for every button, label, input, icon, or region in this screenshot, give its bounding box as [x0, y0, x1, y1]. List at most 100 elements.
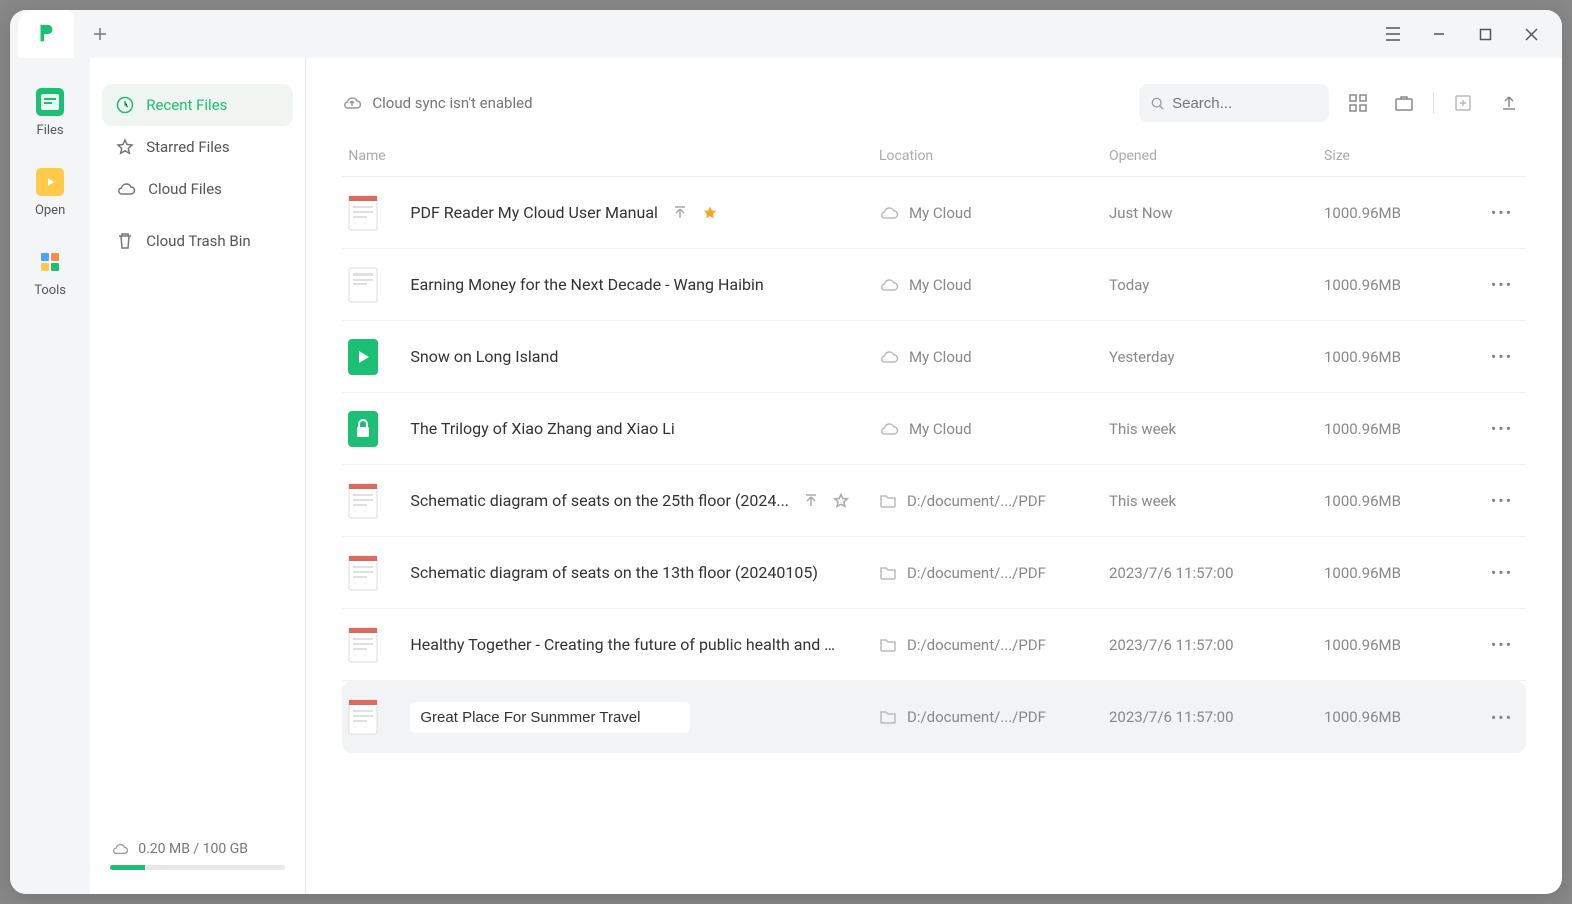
row-more-button[interactable]: •••	[1484, 419, 1520, 438]
sidebar-cloud-files[interactable]: Cloud Files	[102, 168, 293, 210]
file-size: 1000.96MB	[1324, 492, 1484, 510]
file-list: PDF Reader My Cloud User Manual My Cloud…	[342, 177, 1526, 894]
sidebar-recent-files[interactable]: Recent Files	[102, 84, 293, 126]
sidebar-item-label: Recent Files	[146, 96, 227, 114]
star-row-icon[interactable]	[833, 493, 849, 509]
sidebar-cloud-trash[interactable]: Cloud Trash Bin	[102, 220, 293, 262]
folder-icon	[879, 493, 897, 509]
app-tab[interactable]	[18, 10, 74, 58]
sync-text: Cloud sync isn't enabled	[372, 94, 532, 112]
maximize-icon	[1479, 28, 1492, 41]
file-row[interactable]: Snow on Long Island My Cloud Yesterday 1…	[342, 321, 1526, 393]
cloud-upload-icon	[342, 94, 362, 112]
file-location: D:/document/.../PDF	[879, 636, 1109, 654]
clock-icon	[116, 96, 134, 114]
storage-info: 0.20 MB / 100 GB	[102, 835, 293, 882]
files-icon	[36, 88, 64, 116]
upload-row-icon[interactable]	[672, 205, 688, 221]
file-row[interactable]: D:/document/.../PDF 2023/7/6 11:57:00 10…	[342, 681, 1526, 753]
col-name[interactable]: Name	[348, 148, 879, 164]
table-header: Name Location Opened Size	[342, 148, 1526, 177]
rail-open[interactable]: Open	[35, 168, 65, 218]
file-location: My Cloud	[879, 420, 1109, 438]
minimize-button[interactable]	[1416, 14, 1462, 54]
col-size[interactable]: Size	[1324, 148, 1484, 164]
titlebar	[10, 10, 1562, 58]
sidebar-item-label: Starred Files	[146, 138, 229, 156]
close-icon	[1525, 28, 1538, 41]
row-more-button[interactable]: •••	[1484, 347, 1520, 366]
rail-files[interactable]: Files	[36, 88, 64, 138]
col-opened[interactable]: Opened	[1109, 148, 1324, 164]
upload-row-icon[interactable]	[803, 493, 819, 509]
file-opened: This week	[1109, 420, 1324, 438]
file-size: 1000.96MB	[1324, 564, 1484, 582]
file-row[interactable]: Healthy Together - Creating the future o…	[342, 609, 1526, 681]
file-opened: Yesterday	[1109, 348, 1324, 366]
file-name: PDF Reader My Cloud User Manual	[410, 203, 658, 222]
file-thumb-icon	[348, 483, 378, 519]
search-input[interactable]	[1172, 95, 1317, 112]
file-name: Healthy Together - Creating the future o…	[410, 635, 840, 654]
file-row[interactable]: Schematic diagram of seats on the 13th f…	[342, 537, 1526, 609]
maximize-button[interactable]	[1462, 14, 1508, 54]
storage-fill	[110, 865, 145, 870]
menu-button[interactable]	[1370, 14, 1416, 54]
toolbar-separator	[1433, 92, 1434, 114]
folder-icon	[879, 709, 897, 725]
rail-files-label: Files	[37, 123, 64, 138]
sidebar-starred-files[interactable]: Starred Files	[102, 126, 293, 168]
file-opened: 2023/7/6 11:57:00	[1109, 708, 1324, 726]
file-opened: Just Now	[1109, 204, 1324, 222]
file-location: D:/document/.../PDF	[879, 492, 1109, 510]
app-logo-icon	[35, 23, 57, 45]
file-thumb-icon	[348, 699, 378, 735]
file-row[interactable]: PDF Reader My Cloud User Manual My Cloud…	[342, 177, 1526, 249]
file-thumb-icon	[348, 267, 378, 303]
row-more-button[interactable]: •••	[1484, 203, 1520, 222]
trash-icon	[116, 232, 134, 250]
file-row[interactable]: Schematic diagram of seats on the 25th f…	[342, 465, 1526, 537]
open-folder-icon	[36, 168, 64, 196]
file-location: D:/document/.../PDF	[879, 564, 1109, 582]
file-size: 1000.96MB	[1324, 636, 1484, 654]
file-row[interactable]: The Trilogy of Xiao Zhang and Xiao Li My…	[342, 393, 1526, 465]
rail-tools[interactable]: Tools	[34, 248, 66, 298]
file-opened: 2023/7/6 11:57:00	[1109, 564, 1324, 582]
file-name: Schematic diagram of seats on the 25th f…	[410, 491, 789, 510]
search-box[interactable]	[1139, 84, 1329, 122]
new-tab-button[interactable]	[80, 14, 120, 54]
file-opened: 2023/7/6 11:57:00	[1109, 636, 1324, 654]
app-body: Files Open Tools	[10, 58, 1562, 894]
file-thumb-icon	[348, 195, 378, 231]
rename-input[interactable]	[410, 702, 690, 733]
briefcase-icon	[1394, 94, 1414, 112]
file-name: Earning Money for the Next Decade - Wang…	[410, 275, 763, 294]
upload-button[interactable]	[1492, 86, 1526, 120]
file-location: My Cloud	[879, 276, 1109, 294]
app-window: Files Open Tools	[10, 10, 1562, 894]
close-button[interactable]	[1508, 14, 1554, 54]
file-location: My Cloud	[879, 348, 1109, 366]
file-size: 1000.96MB	[1324, 420, 1484, 438]
col-location[interactable]: Location	[879, 148, 1109, 164]
row-more-button[interactable]: •••	[1484, 275, 1520, 294]
folder-icon	[879, 565, 897, 581]
row-more-button[interactable]: •••	[1484, 635, 1520, 654]
file-row[interactable]: Earning Money for the Next Decade - Wang…	[342, 249, 1526, 321]
row-more-button[interactable]: •••	[1484, 708, 1520, 727]
view-grid-button[interactable]	[1341, 86, 1375, 120]
storage-bar	[110, 865, 285, 870]
file-thumb-icon	[348, 627, 378, 663]
file-opened: This week	[1109, 492, 1324, 510]
star-row-icon[interactable]	[702, 205, 718, 221]
cloud-sync-status[interactable]: Cloud sync isn't enabled	[342, 94, 532, 112]
new-file-button[interactable]	[1446, 86, 1480, 120]
toolbox-button[interactable]	[1387, 86, 1421, 120]
row-more-button[interactable]: •••	[1484, 491, 1520, 510]
cloud-icon	[879, 277, 899, 293]
grid-icon	[1349, 94, 1367, 112]
new-file-icon	[1454, 94, 1472, 112]
cloud-icon	[116, 181, 136, 197]
row-more-button[interactable]: •••	[1484, 563, 1520, 582]
